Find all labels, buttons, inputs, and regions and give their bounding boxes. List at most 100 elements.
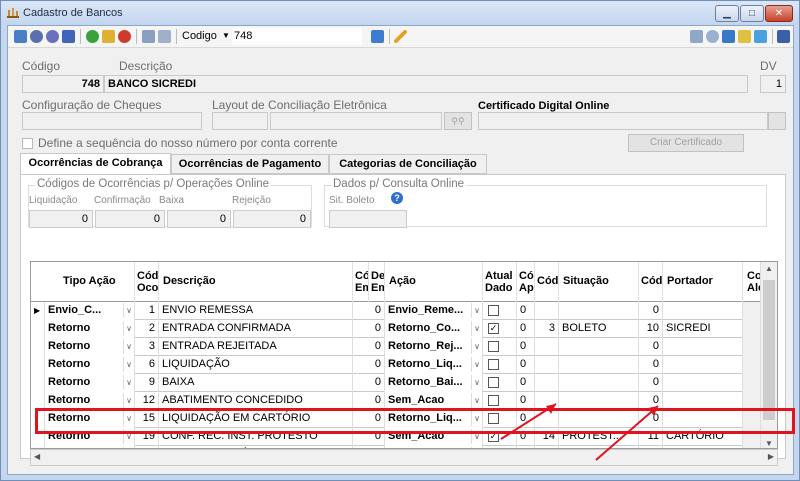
cell-checked[interactable] (483, 374, 517, 392)
cell-tipo[interactable]: Envio_C... ∨ (45, 302, 135, 320)
add-icon[interactable] (86, 30, 99, 43)
cell-checked[interactable]: ✓ (483, 320, 517, 338)
cell-cod[interactable]: 3 (135, 338, 159, 356)
atualiza-dados-checkbox[interactable] (488, 413, 499, 424)
baixa-field[interactable]: 0 (167, 210, 231, 228)
cell-checked[interactable] (483, 338, 517, 356)
cell-desc[interactable]: ENVIO REMESSA (159, 302, 353, 320)
table-row[interactable]: Retorno ∨ 9 BAIXA 0 Retorno_Bai... ∨ 0 0 (31, 374, 771, 392)
cell-tipo[interactable]: Retorno ∨ (45, 338, 135, 356)
cell-port[interactable] (663, 392, 743, 410)
chevron-down-icon[interactable]: ∨ (471, 375, 482, 390)
table-row[interactable]: Retorno ∨ 2 ENTRADA CONFIRMADA 0 Retorno_Co..… (31, 320, 771, 338)
header-cod-em[interactable]: Cód Em (353, 262, 369, 302)
search-icon[interactable] (706, 30, 719, 43)
pencil-icon[interactable] (102, 30, 115, 43)
cell-acao[interactable]: Retorno_Bai... ∨ (385, 374, 483, 392)
cell-port[interactable] (663, 338, 743, 356)
cell-sit[interactable] (559, 338, 639, 356)
cell-cod[interactable]: 1 (135, 302, 159, 320)
scroll-thumb[interactable] (763, 280, 775, 420)
cell-sit[interactable] (559, 356, 639, 374)
atualiza-dados-checkbox[interactable] (488, 341, 499, 352)
cell-desc[interactable]: ABATIMENTO CONCEDIDO (159, 392, 353, 410)
report-icon[interactable] (754, 30, 767, 43)
cell-sit[interactable] (559, 410, 639, 428)
filter-icon[interactable] (738, 30, 751, 43)
cell-ap[interactable]: 0 (517, 392, 535, 410)
undo-icon[interactable] (158, 30, 171, 43)
cell-cod[interactable]: 15 (135, 410, 159, 428)
scroll-right-icon[interactable]: ▶ (768, 452, 774, 461)
table-row[interactable]: ▶ Envio_C... ∨ 1 ENVIO REMESSA 0 Envio_Reme...… (31, 302, 771, 320)
cell-codem[interactable]: 0 (353, 428, 385, 446)
cell-codem[interactable]: 0 (353, 338, 385, 356)
close-button[interactable]: ✕ (765, 5, 793, 22)
table-row[interactable]: Retorno ∨ 19 CONF. REC. INST. PROTESTO 0 Sem_… (31, 428, 771, 446)
cell-cod2[interactable] (535, 356, 559, 374)
cell-tipo[interactable]: Retorno ∨ (45, 428, 135, 446)
cell-codem[interactable]: 0 (353, 302, 385, 320)
link-icon[interactable] (690, 30, 703, 43)
cell-cod[interactable]: 9 (135, 374, 159, 392)
tab-ocorrencias-cobranca[interactable]: Ocorrências de Cobrança (20, 153, 171, 175)
pen-icon[interactable] (394, 30, 407, 43)
edit-icon[interactable] (30, 30, 43, 43)
maximize-button[interactable]: □ (740, 5, 764, 22)
vertical-scrollbar[interactable]: ▲ ▼ (760, 262, 777, 448)
cell-ap[interactable]: 0 (517, 374, 535, 392)
cell-desc[interactable]: ENTRADA CONFIRMADA (159, 320, 353, 338)
cell-cod[interactable]: 6 (135, 356, 159, 374)
cell-tipo[interactable]: Retorno ∨ (45, 320, 135, 338)
header-cod-ap[interactable]: Cód Ap (517, 262, 535, 302)
cell-ap[interactable]: 0 (517, 410, 535, 428)
certificado-browse-button[interactable] (768, 112, 786, 130)
scroll-down-icon[interactable]: ▼ (765, 439, 773, 448)
cell-cod3[interactable]: 0 (639, 356, 663, 374)
cell-checked[interactable] (483, 410, 517, 428)
cell-port[interactable] (663, 356, 743, 374)
cell-ap[interactable]: 0 (517, 338, 535, 356)
cell-acao[interactable]: Retorno_Liq... ∨ (385, 356, 483, 374)
cell-tipo[interactable]: Retorno ∨ (45, 392, 135, 410)
header-cod[interactable]: Cód (535, 262, 559, 302)
cell-desc[interactable]: BAIXA (159, 374, 353, 392)
cell-cod2[interactable] (535, 374, 559, 392)
cell-cod2[interactable] (535, 338, 559, 356)
menu-icon[interactable] (777, 30, 790, 43)
cell-ap[interactable]: 0 (517, 320, 535, 338)
cell-checked[interactable]: ✓ (483, 428, 517, 446)
chevron-down-icon[interactable]: ▼ (222, 31, 230, 40)
cell-acao[interactable]: Sem_Acao ∨ (385, 392, 483, 410)
header-portador[interactable]: Portador (663, 262, 743, 302)
atualiza-dados-checkbox[interactable] (488, 359, 499, 370)
delete-icon[interactable] (118, 30, 131, 43)
cell-tipo[interactable]: Retorno ∨ (45, 374, 135, 392)
certificado-field[interactable] (478, 112, 768, 130)
chevron-down-icon[interactable]: ∨ (471, 429, 482, 444)
chevron-down-icon[interactable]: ∨ (123, 429, 134, 444)
row-selector[interactable] (31, 356, 45, 374)
search-layout-button[interactable]: ⚲⚲ (444, 112, 472, 130)
cell-cod[interactable]: 12 (135, 392, 159, 410)
table-row[interactable]: Retorno ∨ 6 LIQUIDAÇÃO 0 Retorno_Liq... ∨ 0 0 (31, 356, 771, 374)
chevron-down-icon[interactable]: ∨ (471, 357, 482, 372)
cell-cod[interactable]: 2 (135, 320, 159, 338)
cell-port[interactable]: CARTÓRIO (663, 428, 743, 446)
cell-port[interactable] (663, 374, 743, 392)
row-selector[interactable] (31, 428, 45, 446)
cell-acao[interactable]: Retorno_Co... ∨ (385, 320, 483, 338)
cell-cod2[interactable]: 3 (535, 320, 559, 338)
cell-ap[interactable]: 0 (517, 428, 535, 446)
row-selector[interactable] (31, 338, 45, 356)
cell-cod3[interactable]: 10 (639, 320, 663, 338)
header-cod-portador[interactable]: Cód (639, 262, 663, 302)
cell-sit[interactable]: PROTEST... (559, 428, 639, 446)
header-de-em[interactable]: De Em (369, 262, 385, 302)
dv-field[interactable]: 1 (760, 75, 786, 93)
view-icon[interactable] (46, 30, 59, 43)
copy-icon[interactable] (62, 30, 75, 43)
cell-sit[interactable] (559, 392, 639, 410)
row-selector[interactable] (31, 410, 45, 428)
cell-ap[interactable]: 0 (517, 302, 535, 320)
